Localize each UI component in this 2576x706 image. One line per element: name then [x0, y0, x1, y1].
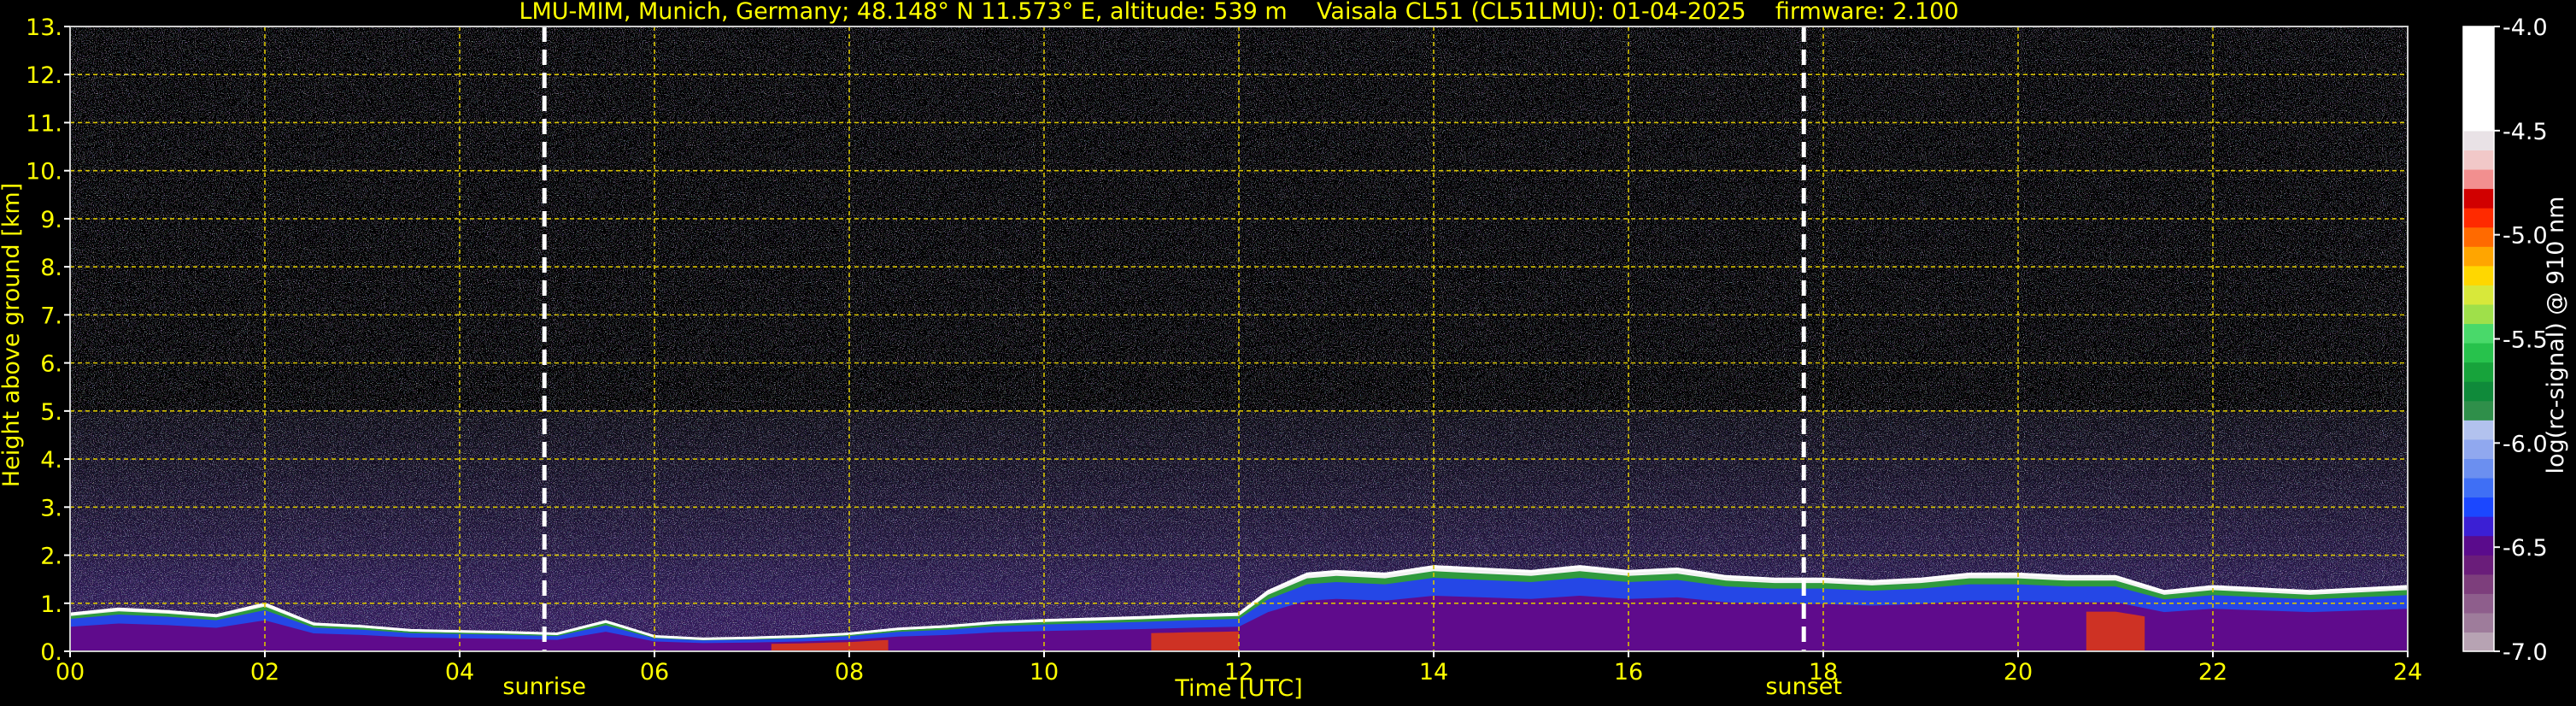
colorbar-swatch: [2463, 265, 2494, 285]
chart-title: LMU-MIM, Munich, Germany; 48.148° N 11.5…: [519, 0, 1958, 25]
y-tick-label: 11.: [26, 110, 62, 137]
colorbar-tick-label: -5.0: [2503, 223, 2548, 250]
y-tick-label: 6.: [40, 351, 62, 378]
colorbar-label: log(rc-signal) @ 910 nm: [2543, 197, 2569, 474]
colorbar-swatch: [2463, 612, 2494, 633]
y-tick-label: 4.: [40, 447, 62, 474]
colorbar-swatch: [2463, 477, 2494, 498]
colorbar-swatch: [2463, 497, 2494, 517]
colorbar-swatch: [2463, 535, 2494, 556]
x-tick-label: 22: [2198, 659, 2227, 685]
x-tick-label: 06: [640, 659, 669, 685]
colorbar-tick-label: -5.5: [2503, 327, 2548, 354]
y-tick-label: 10.: [26, 159, 62, 185]
colorbar-tick-label: -7.0: [2503, 639, 2548, 666]
colorbar-swatch: [2463, 323, 2494, 344]
colorbar-swatch: [2463, 150, 2494, 170]
x-tick-label: 20: [2004, 659, 2033, 685]
colorbar-tick-label: -6.0: [2503, 431, 2548, 457]
colorbar-swatch: [2463, 438, 2494, 459]
colorbar-swatch: [2463, 420, 2494, 440]
x-tick-label: 14: [1419, 659, 1448, 685]
x-tick-label: 10: [1030, 659, 1059, 685]
y-tick-label: 2.: [40, 544, 62, 570]
colorbar-swatch: [2463, 26, 2494, 132]
colorbar-swatch: [2463, 168, 2494, 190]
x-tick-label: 04: [445, 659, 474, 685]
colorbar-tick-label: -4.5: [2503, 119, 2548, 145]
colorbar-swatch: [2463, 208, 2494, 228]
colorbar-swatch: [2463, 246, 2494, 267]
aerosol-patch-red-3: [2086, 611, 2145, 651]
y-tick-label: 9.: [40, 207, 62, 233]
x-axis-label: Time [UTC]: [1174, 675, 1302, 702]
y-tick-label: 3.: [40, 495, 62, 521]
sun-marker-label-sunrise: sunrise: [502, 674, 586, 700]
y-tick-label: 12.: [26, 62, 62, 89]
ceilometer-chart: sunrise sunset 00 02 04 06 08 10 12 14 16 18 20 22 24…: [0, 0, 2569, 702]
y-tick-label: 0.: [40, 639, 62, 666]
y-tick-label: 7.: [40, 303, 62, 329]
colorbar-swatch: [2463, 303, 2494, 325]
colorbar-tick-label: -4.0: [2503, 15, 2548, 41]
colorbar: -4.0 -4.5 -5.0 -5.5 -6.0 -6.5 -7.0: [2462, 15, 2548, 666]
colorbar-swatch: [2463, 516, 2494, 537]
x-tick-label: 18: [1809, 659, 1838, 685]
aerosol-patch-red-2: [1151, 631, 1239, 651]
x-tick-label: 08: [835, 659, 864, 685]
colorbar-swatch: [2463, 343, 2494, 363]
y-axis-label: Height above ground [km]: [0, 183, 25, 487]
x-tick-label: 24: [2393, 659, 2422, 685]
y-tick-label: 8.: [40, 255, 62, 281]
colorbar-swatch: [2463, 400, 2494, 421]
colorbar-swatch: [2463, 381, 2494, 402]
colorbar-swatch: [2463, 362, 2494, 382]
y-tick-label: 13.: [26, 15, 62, 41]
colorbar-swatch: [2463, 188, 2494, 209]
ceilometer-figure: sunrise sunset 00 02 04 06 08 10 12 14 16 18 20 22 24…: [0, 0, 2576, 706]
colorbar-swatch: [2463, 555, 2494, 575]
y-tick-label: 5.: [40, 399, 62, 426]
colorbar-swatch: [2463, 285, 2494, 305]
colorbar-swatch: [2463, 458, 2494, 479]
colorbar-swatch: [2463, 632, 2494, 652]
colorbar-swatch: [2463, 593, 2494, 614]
x-tick-label: 02: [250, 659, 279, 685]
colorbar-swatch: [2463, 574, 2494, 594]
colorbar-swatch: [2463, 227, 2494, 247]
colorbar-tick-label: -6.5: [2503, 535, 2548, 562]
x-tick-label: 16: [1614, 659, 1643, 685]
y-tick-label: 1.: [40, 591, 62, 618]
y-axis-ticks: 0. 1. 2. 3. 4. 5. 6. 7. 8. 9. 10. 11. 12. 13.: [26, 15, 70, 666]
colorbar-swatch: [2463, 130, 2494, 150]
